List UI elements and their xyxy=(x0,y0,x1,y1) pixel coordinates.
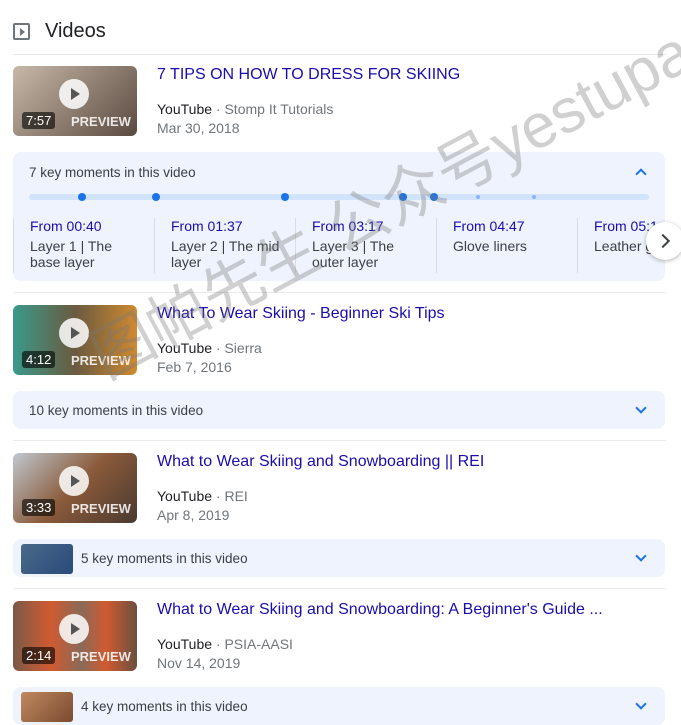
source-name: YouTube xyxy=(157,636,213,652)
timeline-marker[interactable] xyxy=(430,193,439,201)
video-duration: 2:14 xyxy=(22,647,56,664)
play-icon xyxy=(59,466,89,496)
key-moments-toggle[interactable]: 7 key moments in this video xyxy=(29,165,196,180)
video-thumbnail[interactable]: 3:33 PREVIEW xyxy=(13,453,137,523)
source-name: YouTube xyxy=(157,101,213,117)
video-date: Apr 8, 2019 xyxy=(157,507,230,523)
video-date: Nov 14, 2019 xyxy=(157,655,241,671)
video-thumbnail[interactable]: 7:57 PREVIEW xyxy=(13,66,137,136)
key-moment[interactable]: From 04:47 Glove liners xyxy=(436,218,577,273)
video-result: 4:12 PREVIEW What To Wear Skiing - Begin… xyxy=(13,305,666,377)
key-moments-panel[interactable]: 4 key moments in this video xyxy=(13,687,665,725)
video-result: 2:14 PREVIEW What to Wear Skiing and Sno… xyxy=(13,601,666,673)
video-thumbnail[interactable]: 4:12 PREVIEW xyxy=(13,305,137,375)
video-date: Mar 30, 2018 xyxy=(157,120,240,136)
separator: · xyxy=(212,488,225,504)
video-source: YouTube · Stomp It Tutorials xyxy=(157,101,333,117)
moment-desc: Glove liners xyxy=(453,238,527,254)
timeline-marker[interactable] xyxy=(399,193,408,201)
moment-thumbnail xyxy=(21,692,73,722)
timeline-marker[interactable] xyxy=(281,193,290,201)
key-moment[interactable]: From 00:40 Layer 1 | The base layer xyxy=(13,218,154,273)
preview-label: PREVIEW xyxy=(71,353,131,368)
channel-name: Sierra xyxy=(224,340,262,356)
preview-label: PREVIEW xyxy=(71,114,131,129)
video-source: YouTube · PSIA-AASI xyxy=(157,636,293,652)
separator: · xyxy=(212,636,225,652)
video-result: 7:57 PREVIEW 7 TIPS ON HOW TO DRESS FOR … xyxy=(13,66,666,138)
play-icon xyxy=(59,614,89,644)
channel-name: PSIA-AASI xyxy=(224,636,293,652)
video-title-link[interactable]: What to Wear Skiing and Snowboarding: A … xyxy=(157,601,603,619)
play-icon xyxy=(59,318,89,348)
timeline-marker[interactable] xyxy=(475,195,480,199)
video-play-icon xyxy=(13,22,30,40)
moment-time: From 00:40 xyxy=(30,218,102,234)
key-moment[interactable]: From 03:17 Layer 3 | The outer layer xyxy=(295,218,436,273)
moment-desc: Layer 1 | The base layer xyxy=(30,238,112,270)
channel-name: Stomp It Tutorials xyxy=(224,101,334,117)
chevron-up-icon[interactable] xyxy=(635,168,647,180)
moment-thumbnail xyxy=(21,544,73,574)
key-moment[interactable]: From 01:37 Layer 2 | The mid layer xyxy=(154,218,295,273)
preview-label: PREVIEW xyxy=(71,501,131,516)
chevron-down-icon[interactable] xyxy=(635,402,647,414)
timeline-bar[interactable] xyxy=(29,193,649,201)
timeline-marker[interactable] xyxy=(152,193,161,201)
video-duration: 4:12 xyxy=(22,351,56,368)
source-name: YouTube xyxy=(157,488,213,504)
source-name: YouTube xyxy=(157,340,213,356)
divider xyxy=(13,588,666,589)
video-duration: 3:33 xyxy=(22,499,56,516)
key-moments-toggle[interactable]: 5 key moments in this video xyxy=(81,551,248,566)
video-title-link[interactable]: 7 TIPS ON HOW TO DRESS FOR SKIING xyxy=(157,66,460,84)
moment-desc: Layer 2 | The mid layer xyxy=(171,238,280,270)
preview-label: PREVIEW xyxy=(71,649,131,664)
key-moments-panel: 7 key moments in this video From 00:40 La… xyxy=(13,152,665,281)
next-moments-button[interactable] xyxy=(646,222,681,260)
chevron-down-icon[interactable] xyxy=(635,698,647,710)
timeline-marker[interactable] xyxy=(531,195,536,199)
video-source: YouTube · REI xyxy=(157,488,248,504)
key-moments-toggle[interactable]: 4 key moments in this video xyxy=(81,699,248,714)
separator: · xyxy=(212,340,225,356)
moment-time: From 01:37 xyxy=(171,218,243,234)
moment-desc: Layer 3 | The outer layer xyxy=(312,238,394,270)
divider xyxy=(13,54,666,55)
divider xyxy=(13,440,666,441)
video-date: Feb 7, 2016 xyxy=(157,359,232,375)
key-moments-toggle[interactable]: 10 key moments in this video xyxy=(29,403,203,418)
video-title-link[interactable]: What To Wear Skiing - Beginner Ski Tips xyxy=(157,305,445,323)
moment-time: From 03:17 xyxy=(312,218,384,234)
key-moments-panel[interactable]: 5 key moments in this video xyxy=(13,539,665,577)
divider xyxy=(13,292,666,293)
video-source: YouTube · Sierra xyxy=(157,340,262,356)
videos-header: Videos xyxy=(13,18,106,44)
video-result: 3:33 PREVIEW What to Wear Skiing and Sno… xyxy=(13,453,666,525)
play-icon xyxy=(59,79,89,109)
key-moments-panel[interactable]: 10 key moments in this video xyxy=(13,391,665,429)
video-thumbnail[interactable]: 2:14 PREVIEW xyxy=(13,601,137,671)
channel-name: REI xyxy=(224,488,248,504)
chevron-down-icon[interactable] xyxy=(635,550,647,562)
moment-time: From 04:47 xyxy=(453,218,525,234)
separator: · xyxy=(212,101,225,117)
video-duration: 7:57 xyxy=(22,112,56,129)
timeline-marker[interactable] xyxy=(77,193,86,201)
section-title: Videos xyxy=(45,19,106,42)
video-title-link[interactable]: What to Wear Skiing and Snowboarding || … xyxy=(157,453,484,471)
